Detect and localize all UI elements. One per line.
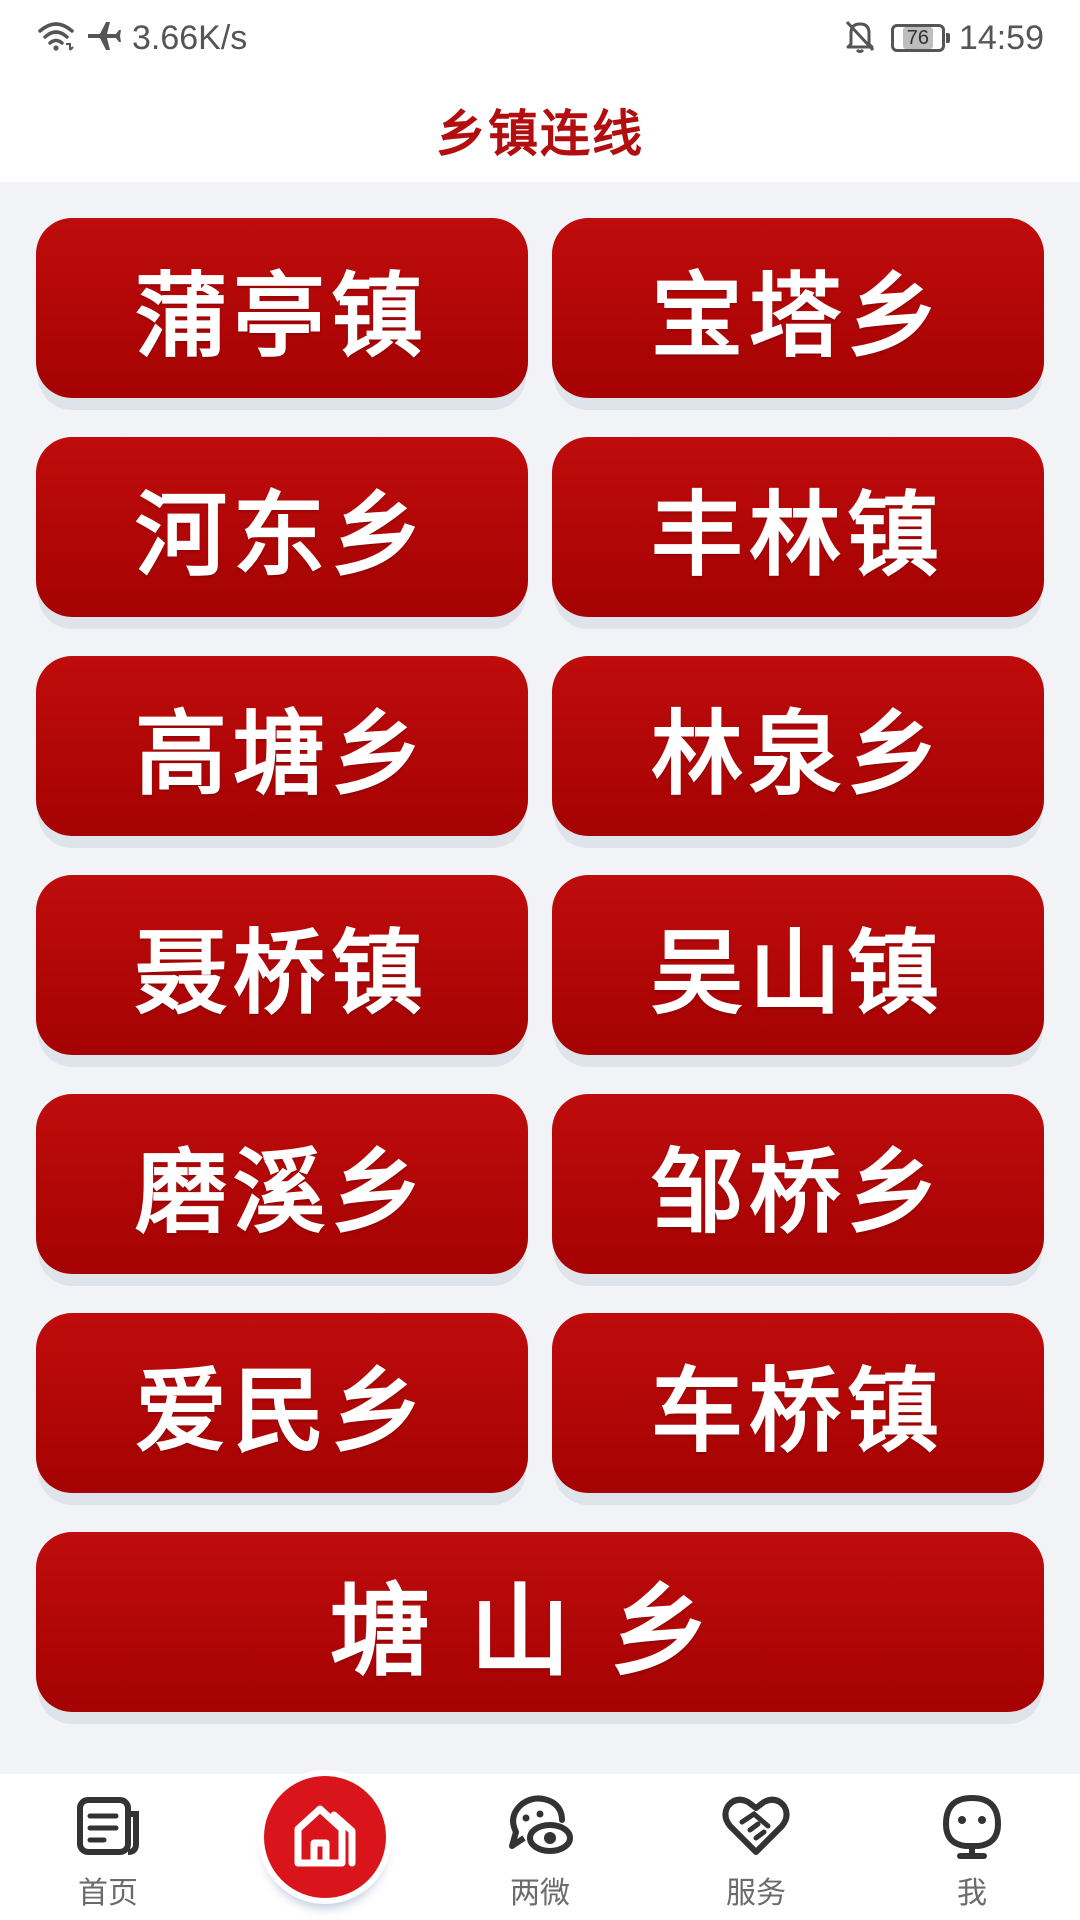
tab-me[interactable]: 我 xyxy=(864,1774,1080,1920)
airplane-icon xyxy=(86,18,122,58)
town-button-aimin[interactable]: 爱民乡 xyxy=(36,1313,528,1493)
header: 乡镇连线 xyxy=(0,78,1080,182)
town-button-puting[interactable]: 蒲亭镇 xyxy=(36,218,528,398)
battery-level: 76 xyxy=(902,27,934,49)
user-icon xyxy=(938,1792,1006,1860)
clock: 14:59 xyxy=(958,18,1044,57)
bottom-tab-bar: 首页 两微 服务 我 xyxy=(0,1774,1080,1920)
town-button-baota[interactable]: 宝塔乡 xyxy=(552,218,1044,398)
bell-muted-icon xyxy=(843,18,877,58)
tab-label: 两微 xyxy=(510,1876,570,1911)
status-bar: 3.66K/s 76 14:59 xyxy=(0,0,1080,78)
town-button-gaotang[interactable]: 高塘乡 xyxy=(36,656,528,836)
chat-eye-icon xyxy=(506,1792,574,1860)
town-button-zouqiao[interactable]: 邹桥乡 xyxy=(552,1094,1044,1274)
town-button-tangshan[interactable]: 塘山乡 xyxy=(36,1532,1044,1712)
town-button-hedong[interactable]: 河东乡 xyxy=(36,437,528,617)
battery-icon: 76 xyxy=(890,24,950,52)
page-title: 乡镇连线 xyxy=(436,104,644,163)
status-left: 3.66K/s xyxy=(36,16,247,60)
tab-home-news[interactable]: 首页 xyxy=(0,1774,216,1920)
tab-label: 服务 xyxy=(726,1876,786,1911)
handshake-heart-icon xyxy=(722,1792,790,1860)
tab-services[interactable]: 服务 xyxy=(648,1774,864,1920)
wifi-icon xyxy=(36,19,76,57)
home-fab-button[interactable] xyxy=(258,1770,392,1904)
tab-two-micro[interactable]: 两微 xyxy=(432,1774,648,1920)
tab-label: 我 xyxy=(957,1876,987,1911)
tab-label: 首页 xyxy=(78,1876,138,1911)
town-button-nieqiao[interactable]: 聂桥镇 xyxy=(36,875,528,1055)
town-button-fenglin[interactable]: 丰林镇 xyxy=(552,437,1044,617)
town-button-wushan[interactable]: 吴山镇 xyxy=(552,875,1044,1055)
town-button-cheqiao[interactable]: 车桥镇 xyxy=(552,1313,1044,1493)
town-button-moxi[interactable]: 磨溪乡 xyxy=(36,1094,528,1274)
home-icon xyxy=(290,1803,360,1871)
town-button-linquan[interactable]: 林泉乡 xyxy=(552,656,1044,836)
news-icon xyxy=(74,1792,142,1860)
network-speed: 3.66K/s xyxy=(132,18,248,57)
status-right: 76 14:59 xyxy=(843,16,1044,60)
